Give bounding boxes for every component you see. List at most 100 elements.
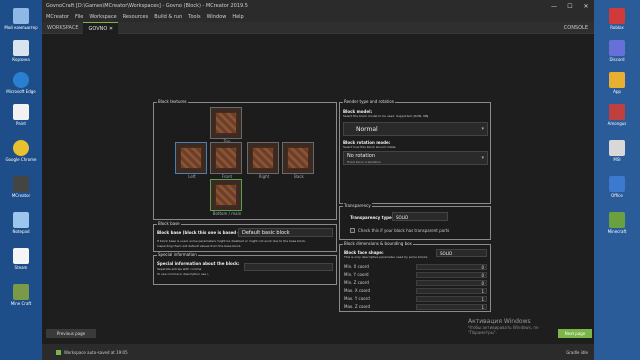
desktop-icon-label: Google Chrome	[5, 157, 37, 162]
texture-preview	[287, 147, 309, 169]
close-window-button[interactable]: ✕	[578, 3, 594, 10]
tab-govno[interactable]: GOVNO ✕	[83, 21, 119, 34]
desktop-icon-computer[interactable]: Мой компьютер	[3, 8, 39, 30]
menu-window[interactable]: Window	[207, 14, 227, 20]
desktop-icon-right[interactable]: MSI	[599, 140, 635, 162]
special-info-input[interactable]	[244, 263, 333, 271]
coord-row: Min. Z coord 0	[344, 280, 487, 286]
texture-left-slot[interactable]: Left	[175, 142, 207, 179]
menu-mcreator[interactable]: MCreator	[46, 14, 69, 20]
special-info-desc2: To use comma in description use \,	[157, 272, 210, 276]
panel-title: Render type and rotation	[343, 99, 396, 104]
model-value: Normal	[356, 126, 378, 133]
tab-govno-label: GOVNO	[88, 25, 108, 32]
texture-preview	[215, 184, 237, 206]
desktop-icon-minecraft[interactable]: Mine Craft	[3, 284, 39, 306]
console-button[interactable]: CONSOLE	[564, 25, 594, 31]
texture-bottom-slot[interactable]: Bottom / main	[210, 179, 242, 216]
transparency-select[interactable]: SOLID	[392, 212, 448, 221]
menu-build-run[interactable]: Build & run	[154, 14, 182, 20]
face-shape-select[interactable]: SOLID	[436, 249, 487, 257]
transparency-checkbox[interactable]	[350, 228, 355, 233]
texture-top-slot[interactable]: Top	[210, 107, 242, 144]
rotation-select[interactable]: No rotation Fixed block orientation ▾	[343, 151, 488, 165]
notepad-icon	[13, 212, 29, 228]
texture-back-slot[interactable]: Back	[282, 142, 314, 179]
tab-workspace[interactable]: WORKSPACE	[42, 22, 83, 34]
render-panel: Render type and rotation Block model: Se…	[339, 99, 491, 204]
special-info-panel: Special information Special information …	[153, 252, 337, 285]
block-base-label: Block base (block this one is based on):	[157, 230, 247, 235]
desktop-icon-right[interactable]: Amongus	[599, 104, 635, 126]
minimize-button[interactable]: —	[546, 3, 562, 10]
desktop-icon-right[interactable]: Minecraft	[599, 212, 635, 234]
special-info-label: Special information about the block:	[157, 261, 240, 266]
panel-title: Block textures	[157, 99, 188, 104]
desktop-icon-label: Steam	[14, 265, 28, 270]
desktop-icon-right[interactable]: Office	[599, 176, 635, 198]
menu-resources[interactable]: Resources	[123, 14, 149, 20]
texture-preview	[215, 112, 237, 134]
rotation-desc: Select how this block should rotate	[343, 145, 396, 149]
coord-row: Max. X coord 1	[344, 288, 487, 294]
desktop-icon-label: Корзина	[12, 57, 30, 62]
desktop-icon-steam[interactable]: Steam	[3, 248, 39, 270]
desktop-right-strip: Roblox Discord App Amongus MSI Office Mi…	[594, 0, 640, 360]
special-info-desc: Separate entries with comma	[157, 267, 202, 271]
coord-input[interactable]: 0	[416, 272, 487, 278]
block-base-select[interactable]: Default basic block	[238, 228, 333, 237]
coord-input[interactable]: 0	[416, 280, 487, 286]
title-bar: GovnoCraft [D:\Games\MCreator\Workspaces…	[42, 0, 594, 12]
face-shape-value: SOLID	[440, 251, 453, 256]
desktop-icon-right[interactable]: Roblox	[599, 8, 635, 30]
edge-icon	[13, 72, 29, 88]
desktop-icon-label: Notepad	[12, 229, 30, 234]
desktop-icon-notepad[interactable]: Notepad	[3, 212, 39, 234]
coord-input[interactable]: 0	[416, 264, 487, 270]
status-indicator-icon	[56, 349, 61, 355]
model-select[interactable]: Normal ▾	[343, 122, 488, 136]
coord-input[interactable]: 1	[416, 288, 487, 294]
desktop-icon-right[interactable]: Discord	[599, 40, 635, 62]
desktop-icon-edge[interactable]: Microsoft Edge	[3, 72, 39, 94]
mcreator-window: GovnoCraft [D:\Games\MCreator\Workspaces…	[42, 0, 594, 360]
desktop-icon-recycle[interactable]: Корзина	[3, 40, 39, 62]
maximize-button[interactable]: ☐	[562, 3, 578, 10]
desktop-icon-label: Office	[611, 193, 623, 198]
previous-page-button[interactable]: Previous page	[46, 329, 96, 338]
menu-help[interactable]: Help	[232, 14, 243, 20]
next-page-button[interactable]: Next page	[558, 329, 592, 338]
menu-bar: MCreator File Workspace Resources Build …	[42, 12, 594, 22]
close-tab-icon[interactable]: ✕	[109, 26, 113, 32]
menu-workspace[interactable]: Workspace	[89, 14, 116, 20]
desktop-icon-label: MSI	[613, 157, 621, 162]
tab-bar: WORKSPACE GOVNO ✕ CONSOLE	[42, 21, 594, 34]
coord-row: Max. Z coord 1	[344, 304, 487, 310]
coord-label: Max. Z coord	[344, 304, 371, 309]
desktop-icon-label: Мой компьютер	[4, 25, 38, 30]
desktop-icon-paint[interactable]: Paint	[3, 104, 39, 126]
gradle-status: Gradle idle	[566, 349, 588, 355]
coord-label: Max. X coord	[344, 288, 371, 293]
desktop-icon-chrome[interactable]: Google Chrome	[3, 140, 39, 162]
menu-tools[interactable]: Tools	[188, 14, 200, 20]
app-icon	[609, 72, 625, 88]
coord-label: Min. X coord	[344, 264, 369, 269]
desktop-icon-right[interactable]: App	[599, 72, 635, 94]
transparency-panel: Transparency Transparency type SOLID Che…	[339, 203, 491, 240]
transparency-value: SOLID	[396, 215, 409, 220]
texture-right-slot[interactable]: Right	[247, 142, 279, 179]
coord-label: Min. Z coord	[344, 280, 369, 285]
face-shape-desc: This is only descriptive parameter used …	[344, 255, 428, 259]
desktop-left-strip: Мой компьютер Корзина Microsoft Edge Pai…	[0, 0, 42, 360]
texture-front-slot[interactable]: Front	[210, 142, 242, 179]
menu-file[interactable]: File	[75, 14, 83, 20]
desktop-icon-mcreator[interactable]: MCreator	[3, 176, 39, 198]
block-base-value: Default basic block	[242, 230, 290, 236]
coord-input[interactable]: 1	[416, 296, 487, 302]
texture-label: Left	[188, 174, 196, 179]
app-icon	[609, 8, 625, 24]
app-icon	[609, 176, 625, 192]
recycle-bin-icon	[13, 40, 29, 56]
coord-input[interactable]: 1	[416, 304, 487, 310]
